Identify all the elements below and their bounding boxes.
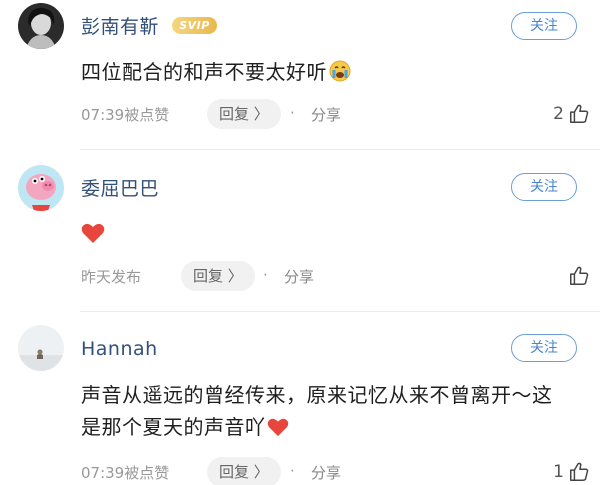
share-button[interactable]: 分享 — [284, 266, 314, 287]
avatar[interactable] — [18, 165, 64, 211]
reply-button[interactable]: 回复 〉 — [207, 99, 281, 129]
username[interactable]: Hannah — [81, 338, 158, 360]
reply-button[interactable]: 回复 〉 — [181, 261, 255, 291]
thumbs-up-icon — [570, 266, 589, 285]
like-button[interactable]: 1 — [553, 460, 590, 484]
thumbs-up-icon — [570, 104, 589, 123]
red-heart-icon — [81, 221, 105, 253]
timestamp: 07:39被点赞 — [81, 464, 170, 482]
follow-button[interactable]: 关注 — [511, 12, 577, 40]
separator-dot: · — [263, 266, 268, 284]
comment-text — [81, 218, 105, 253]
thumbs-up-icon — [570, 462, 589, 481]
red-heart-icon — [267, 414, 289, 446]
username[interactable]: 彭南有靳 — [81, 12, 159, 39]
avatar[interactable] — [18, 325, 64, 371]
comment-item: 委屈巴巴 关注 昨天发布 回复 〉 · 分享 — [0, 150, 600, 312]
comment-text: 四位配合的和声不要太好听 — [81, 56, 351, 91]
comment-item: 彭南有靳 SVIP 关注 四位配合的和声不要太好听 07:39被点赞 回复 〉 … — [0, 0, 600, 150]
crying-face-icon — [329, 59, 351, 91]
share-button[interactable]: 分享 — [311, 104, 341, 125]
separator-dot: · — [290, 462, 295, 480]
timestamp: 昨天发布 — [81, 268, 142, 286]
follow-button[interactable]: 关注 — [511, 334, 577, 362]
comment-item: Hannah 关注 声音从遥远的曾经传来，原来记忆从来不曾离开～这 是那个夏天的… — [0, 312, 600, 485]
timestamp: 07:39被点赞 — [81, 106, 170, 124]
comment-text: 声音从遥远的曾经传来，原来记忆从来不曾离开～这 是那个夏天的声音吖 — [81, 379, 591, 446]
like-button[interactable]: 2 — [553, 102, 590, 126]
like-count: 2 — [553, 104, 564, 124]
follow-button[interactable]: 关注 — [511, 173, 577, 201]
username[interactable]: 委屈巴巴 — [81, 174, 159, 201]
reply-button[interactable]: 回复 〉 — [207, 457, 281, 485]
like-button[interactable] — [568, 264, 590, 288]
svip-badge: SVIP — [172, 17, 217, 34]
like-count: 1 — [553, 462, 564, 482]
share-button[interactable]: 分享 — [311, 462, 341, 483]
separator-dot: · — [290, 104, 295, 122]
avatar[interactable] — [18, 3, 64, 49]
